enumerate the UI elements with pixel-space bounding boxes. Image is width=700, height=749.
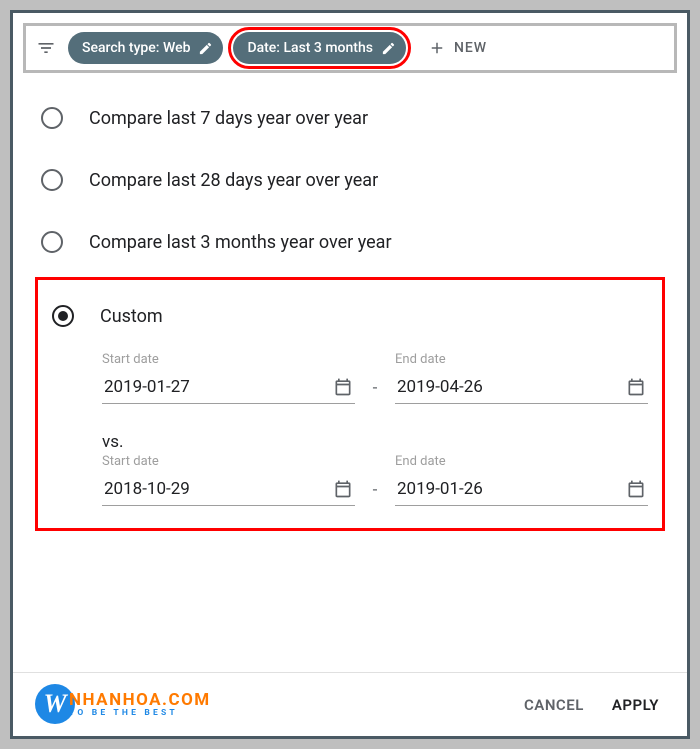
field-label: End date <box>395 454 648 469</box>
start-date-field[interactable]: Start date 2019-01-27 <box>102 352 355 404</box>
apply-button[interactable]: APPLY <box>612 696 659 714</box>
date-input[interactable]: 2019-04-26 <box>395 373 648 404</box>
chip-label: Search type: Web <box>82 40 190 56</box>
range-dash: - <box>367 378 383 404</box>
plus-icon <box>428 39 446 57</box>
watermark-logo: W NHANHOA.COM TO BE THE BEST <box>35 684 211 724</box>
date-input[interactable]: 2019-01-27 <box>102 373 355 404</box>
date-value: 2018-10-29 <box>104 479 190 499</box>
chip-date-range[interactable]: Date: Last 3 months <box>233 32 406 64</box>
pencil-icon <box>381 41 396 56</box>
start-date-field[interactable]: Start date 2018-10-29 <box>102 454 355 506</box>
filter-icon <box>34 36 58 60</box>
field-label: End date <box>395 352 648 367</box>
option-custom[interactable]: Custom <box>52 294 648 338</box>
option-3months[interactable]: Compare last 3 months year over year <box>41 211 659 273</box>
radio-unchecked[interactable] <box>41 107 63 129</box>
compare-range-row: Start date 2018-10-29 - End date 2019-01… <box>52 454 648 506</box>
field-label: Start date <box>102 454 355 469</box>
end-date-field[interactable]: End date 2019-01-26 <box>395 454 648 506</box>
option-label: Compare last 28 days year over year <box>89 170 378 191</box>
pencil-icon <box>198 41 213 56</box>
range-dash: - <box>367 480 383 506</box>
date-value: 2019-01-26 <box>397 479 483 499</box>
compare-options: Compare last 7 days year over year Compa… <box>13 73 687 273</box>
radio-unchecked[interactable] <box>41 169 63 191</box>
option-28days[interactable]: Compare last 28 days year over year <box>41 149 659 211</box>
new-filter-button[interactable]: NEW <box>420 32 495 64</box>
option-label: Compare last 3 months year over year <box>89 232 392 253</box>
calendar-icon[interactable] <box>333 479 353 499</box>
date-input[interactable]: 2019-01-26 <box>395 475 648 506</box>
calendar-icon[interactable] <box>333 377 353 397</box>
cancel-button[interactable]: CANCEL <box>524 696 584 714</box>
filter-toolbar: Search type: Web Date: Last 3 months NEW <box>23 23 677 73</box>
chip-search-type[interactable]: Search type: Web <box>68 32 223 64</box>
field-label: Start date <box>102 352 355 367</box>
chip-label: Date: Last 3 months <box>247 40 373 56</box>
custom-range-block: Custom Start date 2019-01-27 - End date … <box>35 277 665 531</box>
vs-label: vs. <box>52 432 648 452</box>
radio-unchecked[interactable] <box>41 231 63 253</box>
date-input[interactable]: 2018-10-29 <box>102 475 355 506</box>
calendar-icon[interactable] <box>626 377 646 397</box>
end-date-field[interactable]: End date 2019-04-26 <box>395 352 648 404</box>
calendar-icon[interactable] <box>626 479 646 499</box>
date-value: 2019-04-26 <box>397 377 483 397</box>
option-7days[interactable]: Compare last 7 days year over year <box>41 87 659 149</box>
logo-text: NHANHOA.COM TO BE THE BEST <box>69 690 211 718</box>
option-label: Compare last 7 days year over year <box>89 108 368 129</box>
radio-checked[interactable] <box>52 305 74 327</box>
new-label: NEW <box>454 40 487 56</box>
option-label: Custom <box>100 306 163 327</box>
primary-range-row: Start date 2019-01-27 - End date 2019-04… <box>52 352 648 404</box>
date-value: 2019-01-27 <box>104 377 190 397</box>
dialog-frame: Search type: Web Date: Last 3 months NEW… <box>10 10 690 739</box>
brand-name: NHANHOA.COM <box>69 690 211 710</box>
